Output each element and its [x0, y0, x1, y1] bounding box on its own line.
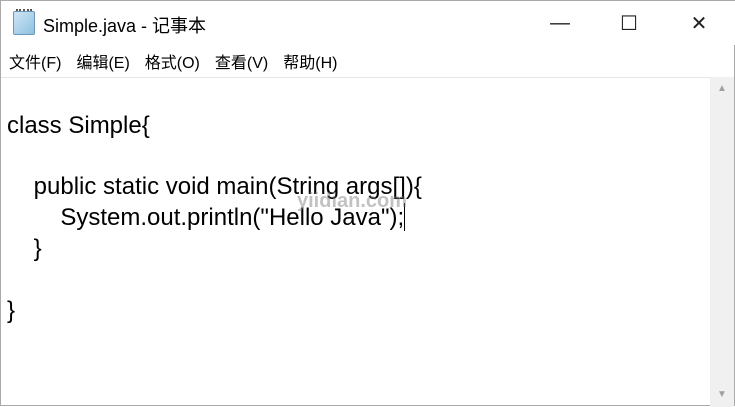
menu-edit[interactable]: 编辑(E): [68, 47, 136, 75]
code-line: }: [7, 234, 42, 262]
menu-bar: 文件(F) 编辑(E) 格式(O) 查看(V) 帮助(H): [1, 47, 735, 75]
menu-format[interactable]: 格式(O): [137, 47, 207, 75]
title-bar: Simple.java - 记事本 — ☐ ✕: [1, 1, 735, 45]
code-line: class Simple{: [7, 111, 150, 139]
menu-help[interactable]: 帮助(H): [275, 47, 344, 75]
maximize-button[interactable]: ☐: [606, 1, 652, 45]
vertical-scrollbar[interactable]: ▲ ▼: [710, 77, 734, 407]
menu-file[interactable]: 文件(F): [1, 47, 68, 75]
scroll-down-icon[interactable]: ▼: [710, 385, 734, 405]
code-line: }: [7, 296, 16, 324]
close-button[interactable]: ✕: [676, 1, 722, 45]
menu-view[interactable]: 查看(V): [207, 47, 275, 75]
minimize-button[interactable]: —: [537, 1, 583, 45]
notepad-icon: [13, 9, 35, 35]
window-title: Simple.java - 记事本: [43, 16, 207, 36]
watermark: yiidian.com: [297, 190, 408, 212]
text-editor[interactable]: class Simple{ public static void main(St…: [1, 77, 711, 407]
scroll-up-icon[interactable]: ▲: [710, 79, 734, 99]
